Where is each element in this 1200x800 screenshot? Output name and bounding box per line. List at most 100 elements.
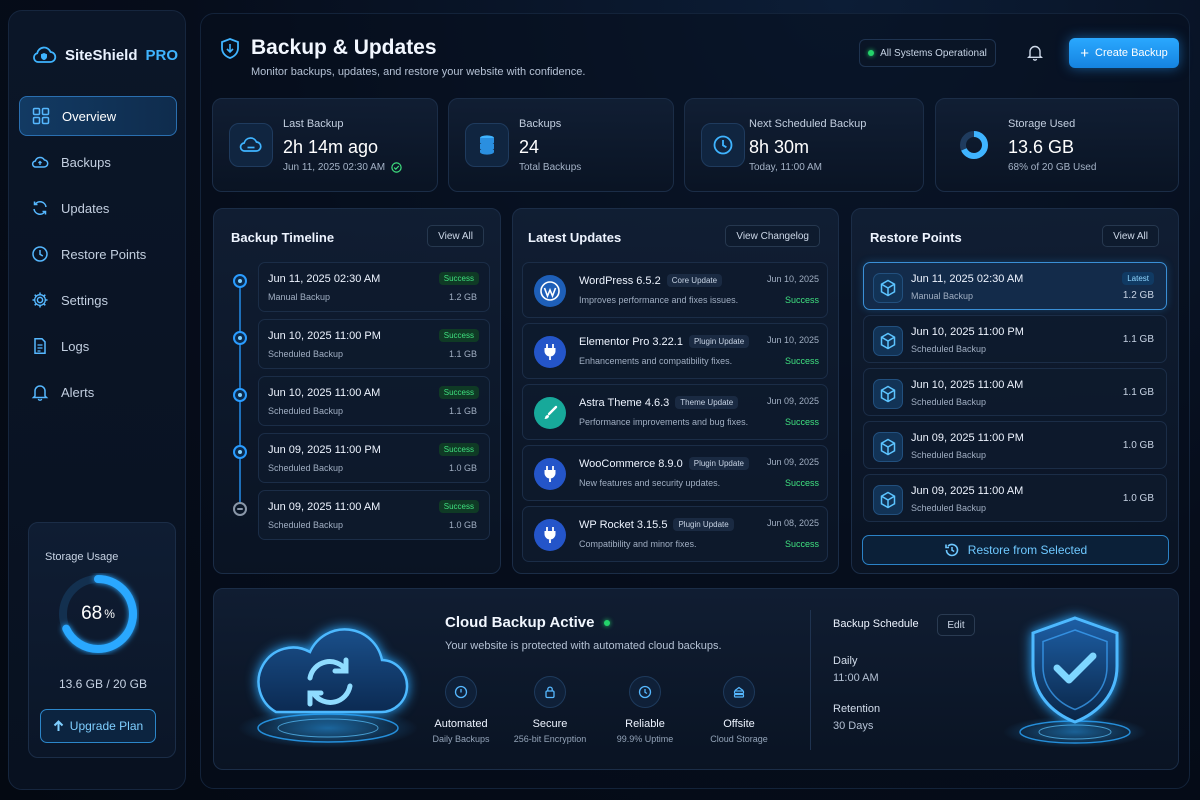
upgrade-plan-button[interactable]: Upgrade Plan: [40, 709, 156, 743]
sidebar-item-updates[interactable]: Updates: [19, 188, 177, 228]
gear-icon: [32, 292, 48, 308]
sidebar-item-label: Backups: [61, 154, 111, 170]
restore-point-row[interactable]: Jun 09, 2025 11:00 PM Scheduled Backup 1…: [863, 421, 1167, 469]
clock-icon: [713, 135, 733, 155]
brush-icon: [534, 397, 566, 429]
sidebar-item-logs[interactable]: Logs: [19, 326, 177, 366]
feature-offsite: Offsite Cloud Storage: [689, 676, 789, 744]
database-icon: [480, 135, 494, 155]
sidebar-item-settings[interactable]: Settings: [19, 280, 177, 320]
backup-date: Jun 10, 2025 11:00 PM: [268, 330, 381, 342]
timeline-view-all-button[interactable]: View All: [427, 225, 484, 247]
brand-logo[interactable]: SiteShield PRO: [31, 45, 178, 65]
restore-point-row[interactable]: Jun 09, 2025 11:00 AM Scheduled Backup 1…: [863, 474, 1167, 522]
app: SiteShield PRO Overview Backups Updates …: [0, 0, 1200, 800]
plug-icon: [534, 458, 566, 490]
section-title: Latest Updates: [528, 230, 622, 245]
status-badge: Success: [438, 500, 479, 513]
update-description: New features and security updates.: [579, 478, 721, 488]
cube-icon: [880, 332, 896, 350]
timeline-row[interactable]: Jun 10, 2025 11:00 AM Scheduled Backup S…: [258, 376, 490, 426]
cloud-backup-subtitle: Your website is protected with automated…: [445, 640, 722, 652]
status-badge: Success: [438, 329, 479, 342]
power-icon: [454, 685, 468, 699]
update-name: Astra Theme 4.6.3: [579, 397, 670, 409]
restore-size: 1.1 GB: [1122, 334, 1154, 345]
timeline-row[interactable]: Jun 11, 2025 02:30 AM Manual Backup Succ…: [258, 262, 490, 312]
backup-schedule-title: Backup Schedule: [833, 618, 919, 630]
stat-label: Backups: [519, 118, 562, 130]
timeline-dot: [233, 445, 247, 459]
restore-date: Jun 11, 2025 02:30 AM: [911, 273, 1024, 285]
update-status: Success: [784, 295, 819, 305]
cube-icon: [880, 438, 896, 456]
feature-reliable: Reliable 99.9% Uptime: [595, 676, 695, 744]
update-date: Jun 08, 2025: [766, 518, 819, 528]
backup-date: Jun 11, 2025 02:30 AM: [268, 273, 381, 285]
cloud-shield-icon: [33, 46, 57, 63]
restore-point-row[interactable]: Jun 10, 2025 11:00 AM Scheduled Backup 1…: [863, 368, 1167, 416]
wordpress-icon: [534, 275, 566, 307]
timeline-row[interactable]: Jun 09, 2025 11:00 PM Scheduled Backup S…: [258, 433, 490, 483]
storage-usage-card: Storage Usage 68% 13.6 GB / 20 GB Upgrad…: [28, 522, 176, 758]
update-description: Performance improvements and bug fixes.: [579, 417, 749, 427]
update-description: Improves performance and fixes issues.: [579, 295, 739, 305]
update-status: Success: [784, 539, 819, 549]
backup-type: Scheduled Backup: [268, 349, 344, 359]
update-row[interactable]: Elementor Pro 3.22.1 Plugin Update Enhanc…: [522, 323, 828, 379]
bell-icon: [31, 385, 49, 401]
timeline-row[interactable]: Jun 10, 2025 11:00 PM Scheduled Backup S…: [258, 319, 490, 369]
update-row[interactable]: WordPress 6.5.2 Core Update Improves perf…: [522, 262, 828, 318]
update-row[interactable]: WP Rocket 3.15.5 Plugin Update Compatibil…: [522, 506, 828, 562]
update-row[interactable]: WooCommerce 8.9.0 Plugin Update New featu…: [522, 445, 828, 501]
refresh-icon: [33, 201, 47, 215]
sidebar-item-restore-points[interactable]: Restore Points: [19, 234, 177, 274]
stat-value: 8h 30m: [749, 137, 810, 157]
update-status: Success: [784, 478, 819, 488]
sidebar-item-label: Overview: [62, 108, 117, 124]
document-icon: [34, 338, 46, 354]
update-name: WordPress 6.5.2: [579, 275, 661, 287]
update-tag: Theme Update: [675, 396, 739, 409]
stat-value: 13.6 GB: [1008, 137, 1075, 157]
sidebar-nav: Overview Backups Updates Restore Points …: [19, 96, 177, 418]
history-icon: [944, 543, 959, 557]
restore-point-row[interactable]: Jun 10, 2025 11:00 PM Scheduled Backup 1…: [863, 315, 1167, 363]
update-tag: Plugin Update: [688, 335, 750, 348]
backup-date: Jun 10, 2025 11:00 AM: [268, 387, 381, 399]
sidebar-item-alerts[interactable]: Alerts: [19, 372, 177, 412]
update-tag: Core Update: [666, 274, 723, 287]
sidebar-item-backups[interactable]: Backups: [19, 142, 177, 182]
update-name: WooCommerce 8.9.0: [579, 458, 683, 470]
sidebar-item-overview[interactable]: Overview: [19, 96, 177, 136]
cloud-icon: [31, 156, 49, 168]
create-backup-button[interactable]: + Create Backup: [1069, 38, 1179, 68]
notifications-bell-icon[interactable]: [1027, 44, 1043, 61]
stat-detail: Today, 11:00 AM: [749, 162, 823, 173]
status-badge: Success: [438, 443, 479, 456]
update-status: Success: [784, 417, 819, 427]
restore-point-row[interactable]: Jun 11, 2025 02:30 AM Manual Backup Late…: [863, 262, 1167, 310]
restore-date: Jun 09, 2025 11:00 PM: [911, 432, 1024, 444]
status-dot-icon: [868, 50, 875, 56]
update-name: WP Rocket 3.15.5: [579, 519, 668, 531]
update-row[interactable]: Astra Theme 4.6.3 Theme Update Performanc…: [522, 384, 828, 440]
brand-name: SiteShield: [65, 46, 138, 64]
restore-from-selected-button[interactable]: Restore from Selected: [862, 535, 1169, 565]
update-date: Jun 09, 2025: [766, 396, 819, 406]
retention-value: 30 Days: [833, 720, 874, 732]
backup-size: 1.0 GB: [448, 520, 477, 530]
restore-view-all-button[interactable]: View All: [1102, 225, 1159, 247]
update-name: Elementor Pro 3.22.1: [579, 336, 683, 348]
stat-label: Next Scheduled Backup: [749, 118, 867, 130]
schedule-time: 11:00 AM: [833, 672, 879, 684]
grid-icon: [32, 107, 50, 125]
timeline-dot: [233, 274, 247, 288]
status-badge: Success: [438, 386, 479, 399]
edit-schedule-button[interactable]: Edit: [937, 614, 975, 636]
timeline-row[interactable]: Jun 09, 2025 11:00 AM Scheduled Backup S…: [258, 490, 490, 540]
timeline-dot: [233, 388, 247, 402]
stat-detail: 68% of 20 GB Used: [1008, 162, 1097, 173]
view-changelog-button[interactable]: View Changelog: [725, 225, 820, 247]
restore-date: Jun 09, 2025 11:00 AM: [911, 485, 1024, 497]
